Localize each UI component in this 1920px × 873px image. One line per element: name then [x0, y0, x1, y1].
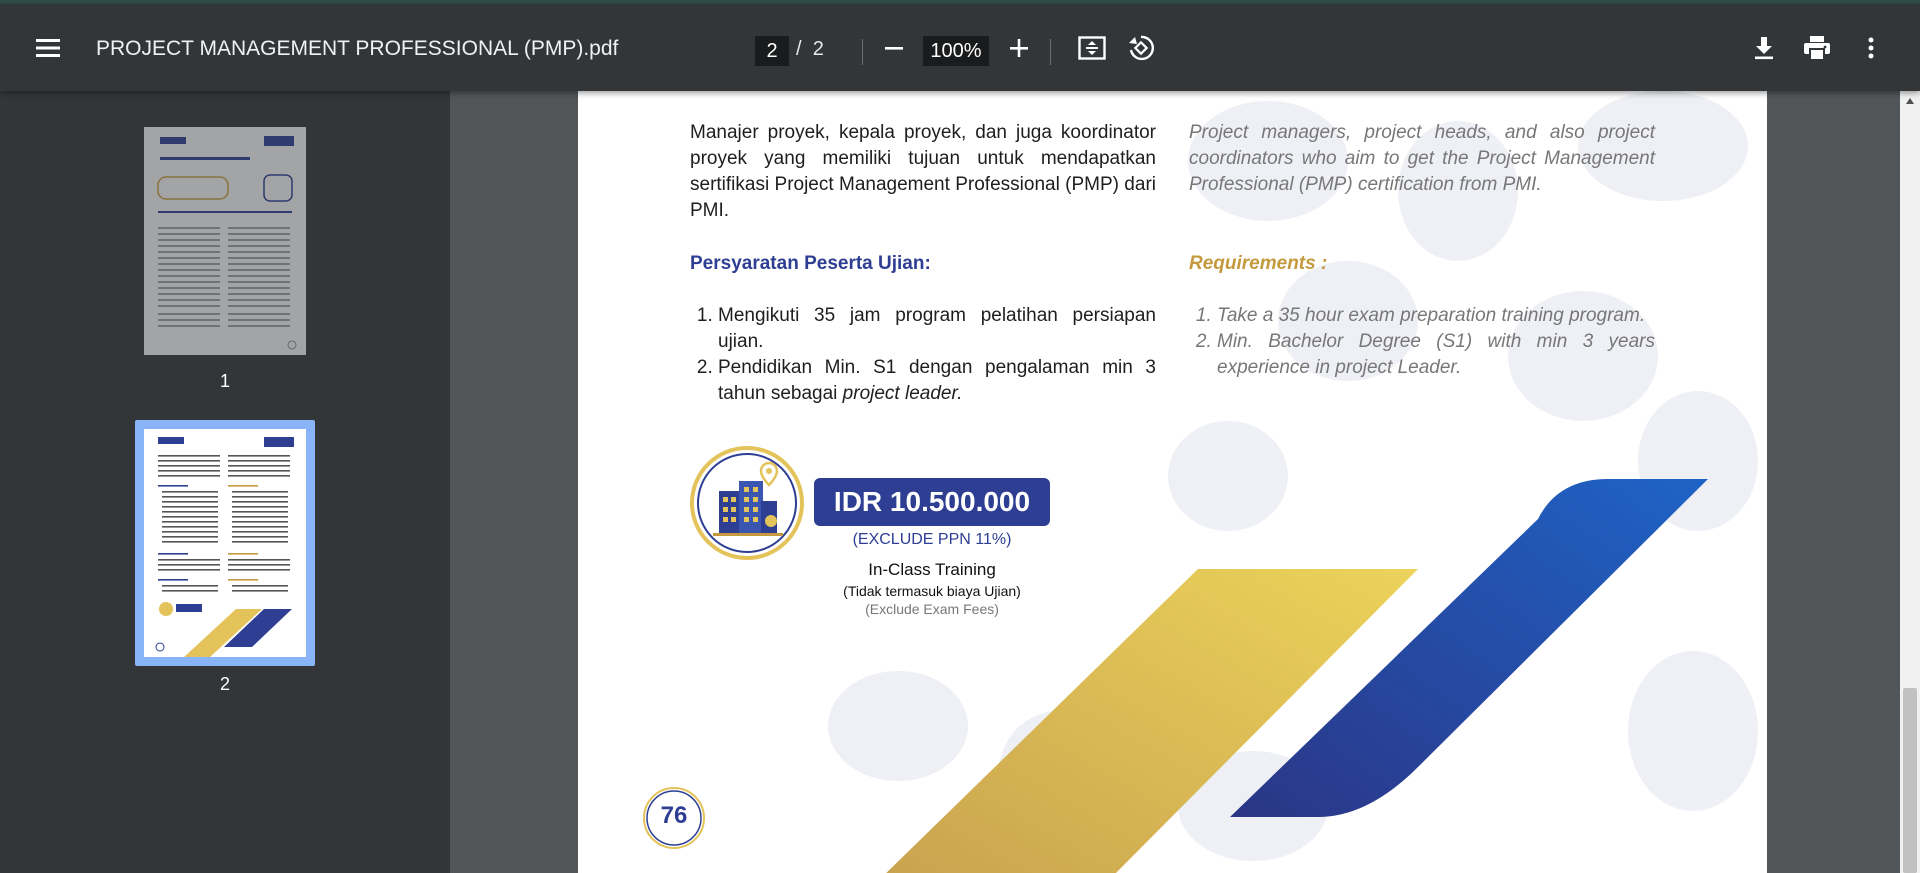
page-number-text: 76 — [660, 802, 688, 829]
fit-to-page-button[interactable] — [1072, 28, 1112, 68]
more-options-button[interactable] — [1851, 28, 1891, 68]
zoom-in-button[interactable] — [999, 28, 1039, 68]
total-pages: 2 — [812, 38, 824, 60]
plus-icon — [1010, 39, 1028, 57]
thumbnail-label-1: 1 — [219, 371, 230, 391]
page-thumbnail-2-selected[interactable] — [135, 420, 315, 666]
page-separator: / — [796, 38, 802, 60]
download-button[interactable] — [1744, 28, 1784, 68]
rotate-icon — [1129, 35, 1154, 61]
print-button[interactable] — [1797, 28, 1837, 68]
rotate-button[interactable] — [1121, 28, 1161, 68]
print-icon — [1804, 36, 1830, 61]
more-vert-icon — [1868, 37, 1874, 59]
vertical-scrollbar[interactable] — [1900, 91, 1920, 873]
scrollbar-thumb[interactable] — [1903, 688, 1917, 873]
thumbnail-1-preview — [157, 136, 297, 350]
thumbnail-sidebar: 1 2 — [0, 91, 450, 873]
toolbar-divider — [862, 39, 863, 65]
minus-icon — [885, 47, 903, 50]
scroll-up-arrow-icon[interactable] — [1905, 97, 1915, 105]
thumbnail-2-preview — [155, 437, 294, 657]
pdf-page-2: Manajer proyek, kepala proyek, dan juga … — [578, 91, 1767, 873]
zoom-out-button[interactable] — [874, 28, 914, 68]
file-title: PROJECT MANAGEMENT PROFESSIONAL (PMP).pd… — [96, 37, 619, 60]
fit-page-icon — [1078, 36, 1106, 60]
download-icon — [1755, 37, 1773, 60]
page-number-input[interactable]: 2 — [755, 36, 789, 66]
page-count: / 2 — [796, 38, 824, 61]
menu-icon — [36, 39, 60, 57]
menu-button[interactable] — [28, 28, 68, 68]
pdf-toolbar: PROJECT MANAGEMENT PROFESSIONAL (PMP).pd… — [0, 4, 1920, 91]
page-thumbnail-2 — [144, 429, 306, 657]
toolbar-divider — [1050, 39, 1051, 65]
thumbnail-label-2: 2 — [219, 674, 230, 694]
zoom-level-input[interactable]: 100% — [923, 36, 989, 66]
decorative-stripes — [886, 479, 1708, 873]
document-viewer[interactable]: Manajer proyek, kepala proyek, dan juga … — [450, 91, 1900, 873]
page-thumbnail-1[interactable] — [144, 127, 306, 355]
